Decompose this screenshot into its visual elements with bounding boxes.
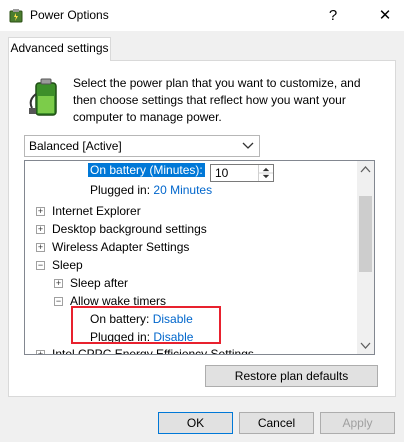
wake-timers-highlight-box	[71, 306, 221, 344]
apply-button[interactable]: Apply	[320, 412, 395, 434]
tree-item-desktop-background[interactable]: Desktop background settings	[52, 220, 207, 238]
collapse-minus-icon[interactable]: −	[36, 261, 45, 270]
restore-plan-defaults-button[interactable]: Restore plan defaults	[205, 365, 378, 387]
scroll-up-icon[interactable]	[357, 161, 374, 178]
title-bar: Power Options ? ✕	[0, 0, 404, 31]
close-button[interactable]: ✕	[366, 0, 404, 31]
window-title: Power Options	[30, 8, 109, 22]
cancel-button[interactable]: Cancel	[239, 412, 314, 434]
tree-item-sleep-after[interactable]: Sleep after	[70, 274, 128, 292]
minutes-spinner-value[interactable]: 10	[215, 165, 228, 181]
help-button[interactable]: ?	[318, 0, 348, 31]
expand-plus-icon[interactable]: +	[36, 225, 45, 234]
minutes-spinner[interactable]: 10	[210, 164, 274, 182]
tree-row-on-battery-minutes[interactable]: On battery (Minutes):	[88, 161, 205, 179]
plugged-in-value-link[interactable]: 20 Minutes	[153, 183, 212, 197]
plugged-in-label: Plugged in:	[90, 183, 151, 197]
description-text: Select the power plan that you want to c…	[73, 76, 361, 124]
tree-item-wireless-adapter[interactable]: Wireless Adapter Settings	[52, 238, 189, 256]
power-options-app-icon	[9, 9, 23, 23]
spinner-arrows-icon[interactable]	[258, 165, 273, 181]
expand-plus-icon[interactable]: +	[54, 279, 63, 288]
expand-plus-icon[interactable]: +	[36, 243, 45, 252]
collapse-minus-icon[interactable]: −	[54, 297, 63, 306]
scrollbar-thumb[interactable]	[359, 196, 372, 272]
tree-item-sleep[interactable]: Sleep	[52, 256, 83, 274]
expand-plus-icon[interactable]: +	[36, 350, 45, 354]
tree-row-plugged-in[interactable]: Plugged in: 20 Minutes	[90, 181, 212, 199]
ok-button[interactable]: OK	[158, 412, 233, 434]
on-battery-minutes-label: On battery (Minutes):	[88, 163, 205, 177]
chevron-down-icon	[242, 142, 254, 149]
expand-plus-icon[interactable]: +	[36, 207, 45, 216]
battery-icon	[29, 78, 57, 116]
tree-item-intel-cppc[interactable]: Intel CPPC Energy Efficiency Settings	[52, 345, 254, 354]
power-plan-selected-value: Balanced [Active]	[29, 139, 122, 153]
tree-item-internet-explorer[interactable]: Internet Explorer	[52, 202, 141, 220]
power-plan-dropdown[interactable]: Balanced [Active]	[24, 135, 260, 157]
tree-vertical-scrollbar[interactable]	[357, 161, 374, 354]
tab-advanced-settings[interactable]: Advanced settings	[8, 37, 111, 61]
scroll-down-icon[interactable]	[357, 337, 374, 354]
